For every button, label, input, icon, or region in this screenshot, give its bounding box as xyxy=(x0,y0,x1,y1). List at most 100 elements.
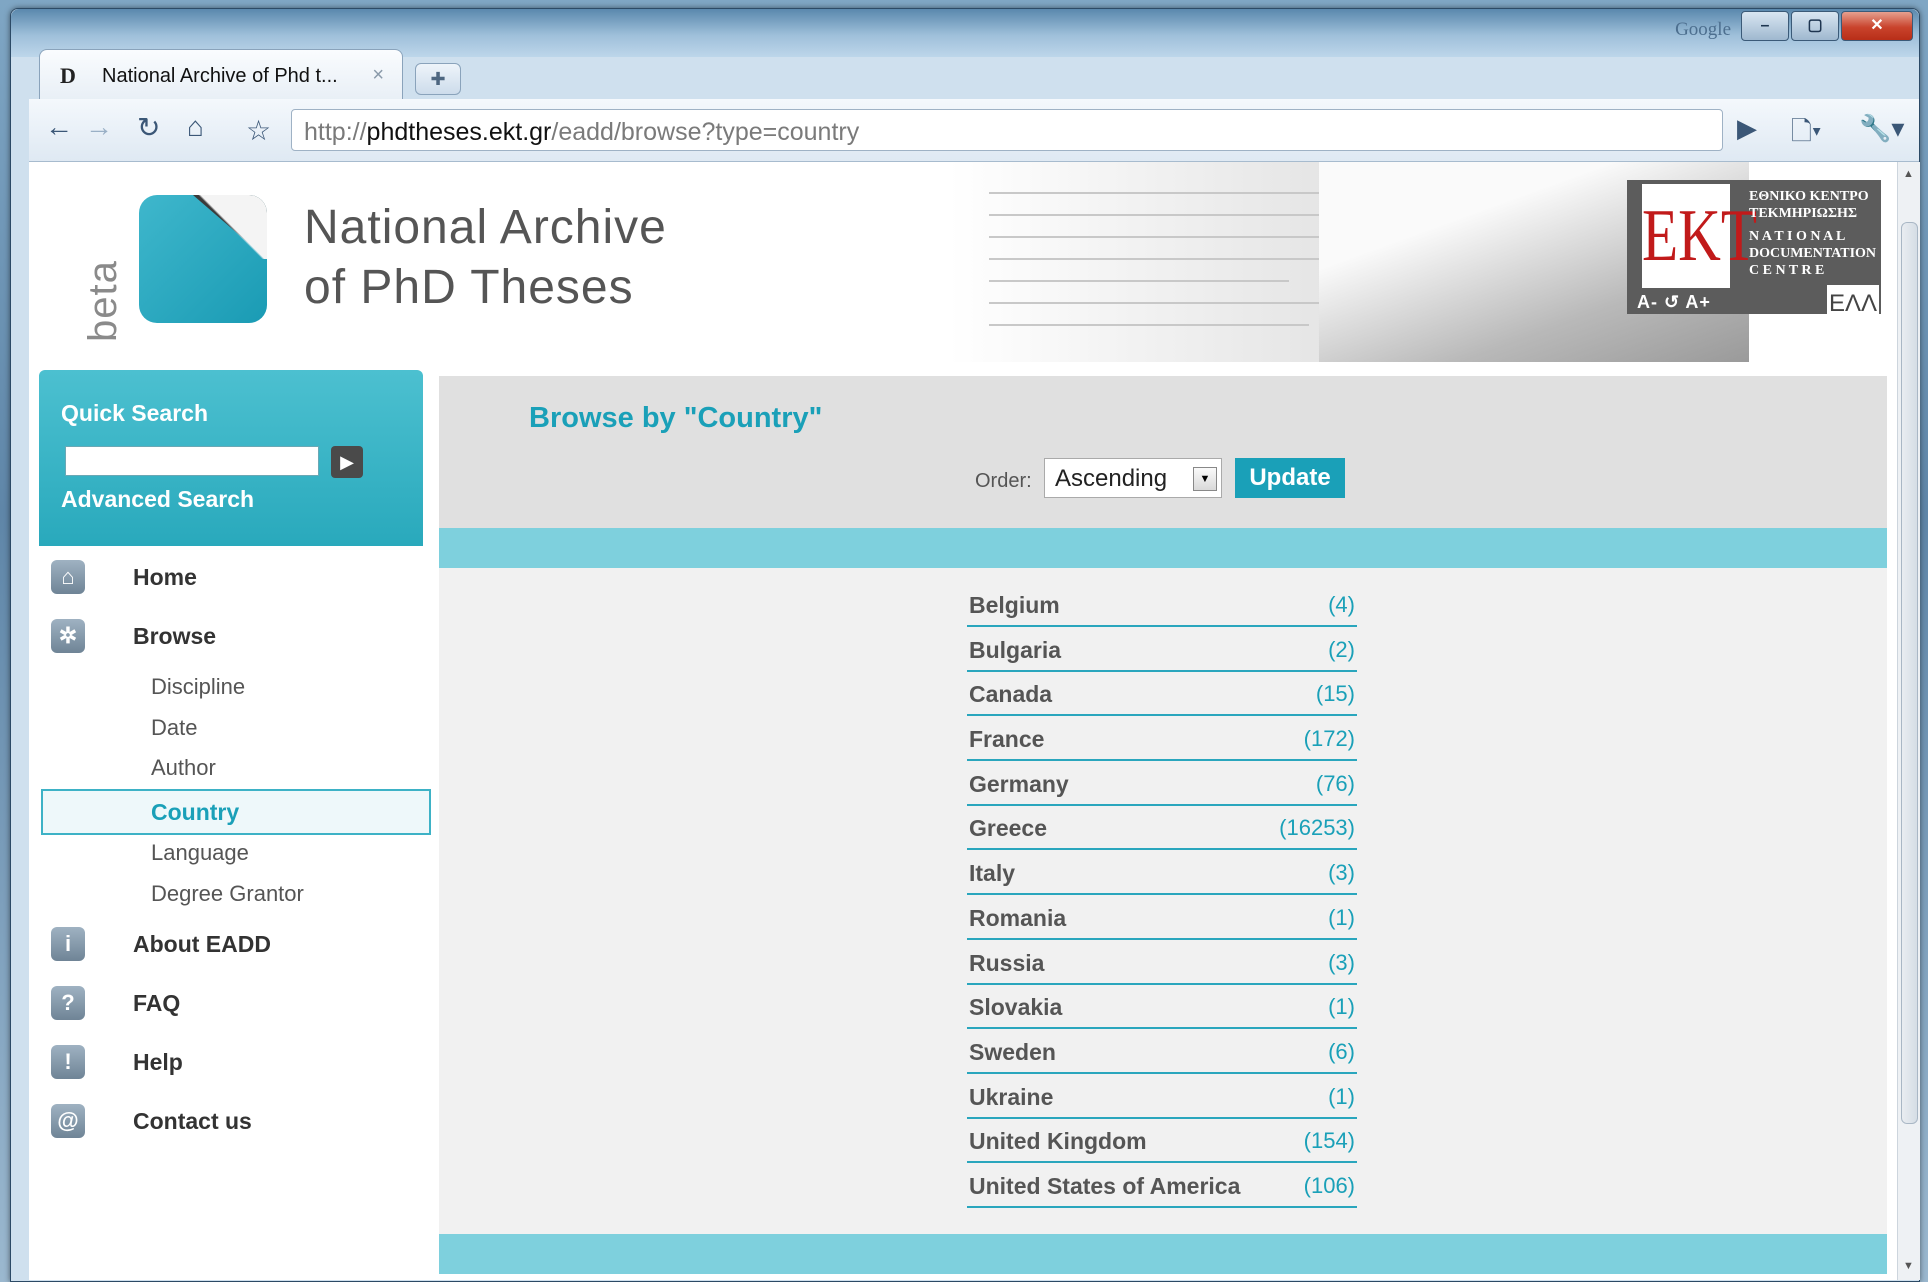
country-list: Belgium (4) Bulgaria (2) Canada (15) France… xyxy=(967,584,1357,1210)
tab-title: National Archive of Phd t... xyxy=(102,65,338,87)
info-icon: i xyxy=(51,927,85,961)
nav-item-browse[interactable]: ✲ Browse xyxy=(29,611,429,661)
list-item[interactable]: Bulgaria (2) xyxy=(967,629,1357,672)
site-title-line1: National Archive xyxy=(304,201,667,254)
ekt-text: ΕΘΝΙΚΟ ΚΕΝΤΡΟ ΤΕΚΜΗΡΙΩΣΗΣ N A T I O N A … xyxy=(1749,188,1877,279)
close-window-button[interactable]: ✕ xyxy=(1841,11,1913,41)
maximize-button[interactable]: ▢ xyxy=(1791,11,1839,41)
order-select[interactable]: Ascending ▼ xyxy=(1044,458,1222,498)
ekt-logo[interactable]: EKT xyxy=(1642,184,1757,288)
bookmark-star-icon[interactable]: ☆ xyxy=(246,114,271,147)
beta-text: beta xyxy=(81,260,125,342)
sub-item-country-label: Country xyxy=(151,799,240,825)
minimize-button[interactable]: – xyxy=(1741,11,1789,41)
nav-label-about: About EADD xyxy=(133,931,271,957)
country-name: Romania xyxy=(969,904,1067,931)
sub-item-discipline[interactable]: Discipline xyxy=(151,674,245,700)
nav-item-about[interactable]: i About EADD xyxy=(29,919,429,969)
nav-label-contact: Contact us xyxy=(133,1108,252,1134)
page-title: Browse by "Country" xyxy=(529,402,823,434)
font-size-tools[interactable]: A- ↺ A+ xyxy=(1637,292,1711,313)
scrollbar-thumb[interactable] xyxy=(1901,222,1918,1124)
nav-item-help[interactable]: ! Help xyxy=(29,1037,429,1087)
list-item[interactable]: Belgium (4) xyxy=(967,584,1357,627)
reload-icon[interactable]: ↻ xyxy=(137,111,160,144)
country-count: (1) xyxy=(1328,994,1355,1020)
browser-window: Google – ▢ ✕ D National Archive of Phd t… xyxy=(10,8,1920,1282)
country-name: Russia xyxy=(969,949,1045,976)
country-count: (4) xyxy=(1328,592,1355,617)
vertical-scrollbar[interactable]: ▲ ▼ xyxy=(1897,162,1920,1280)
country-count: (3) xyxy=(1328,860,1355,886)
list-item[interactable]: United Kingdom (154) xyxy=(967,1120,1357,1164)
country-name: Germany xyxy=(969,770,1069,797)
tab-close-icon[interactable]: × xyxy=(372,64,384,87)
site-title[interactable]: National Archive of PhD Theses xyxy=(304,198,667,318)
country-count: (3) xyxy=(1328,949,1355,975)
country-count: (172) xyxy=(1303,726,1355,752)
list-item[interactable]: Greece (16253) xyxy=(967,807,1357,851)
quick-search-go-icon[interactable]: ▶ xyxy=(331,446,363,478)
page-menu-icon[interactable]: 🗋▾ xyxy=(1791,113,1822,157)
list-item[interactable]: Ukraine (1) xyxy=(967,1076,1357,1119)
logo-fold-highlight xyxy=(193,195,267,259)
country-count: (15) xyxy=(1315,681,1355,707)
order-select-value: Ascending xyxy=(1055,465,1168,492)
wrench-menu-icon[interactable]: 🔧▾ xyxy=(1859,113,1904,144)
chevron-down-icon[interactable]: ▼ xyxy=(1193,467,1217,491)
nav-item-contact[interactable]: @ Contact us xyxy=(29,1096,429,1146)
country-count: (76) xyxy=(1315,770,1355,796)
top-band xyxy=(439,528,1887,568)
go-icon[interactable]: ▶ xyxy=(1737,113,1757,144)
update-button[interactable]: Update xyxy=(1235,458,1345,498)
ekt-en-line1: N A T I O N A L xyxy=(1749,229,1846,244)
back-icon[interactable]: ← xyxy=(45,111,73,143)
country-name: Belgium xyxy=(969,592,1060,618)
country-list-area: Belgium (4) Bulgaria (2) Canada (15) France… xyxy=(439,568,1887,1234)
page-viewport: beta National Archive of PhD Theses EKT … xyxy=(29,162,1897,1280)
nav-label-faq: FAQ xyxy=(133,990,181,1016)
quick-search-input[interactable] xyxy=(65,446,319,476)
sub-item-author[interactable]: Author xyxy=(151,755,216,781)
sub-item-degree-grantor[interactable]: Degree Grantor xyxy=(151,881,304,907)
sub-item-country[interactable]: Country xyxy=(41,789,431,835)
nav-item-home[interactable]: ⌂ Home xyxy=(29,552,429,602)
language-switch[interactable]: ΕΛΛ xyxy=(1827,285,1879,323)
list-item[interactable]: Germany (76) xyxy=(967,763,1357,806)
site-title-line2: of PhD Theses xyxy=(304,261,634,314)
list-item[interactable]: Canada (15) xyxy=(967,673,1357,717)
nav-label-help: Help xyxy=(133,1049,183,1075)
sub-item-language[interactable]: Language xyxy=(151,840,249,866)
list-item[interactable]: France (172) xyxy=(967,718,1357,762)
nav-label-browse: Browse xyxy=(133,623,217,649)
new-tab-button[interactable]: ✚ xyxy=(415,63,461,95)
browser-tab[interactable]: D National Archive of Phd t... × xyxy=(39,49,403,100)
ekt-branding: EKT ΕΘΝΙΚΟ ΚΕΝΤΡΟ ΤΕΚΜΗΡΙΩΣΗΣ N A T I O … xyxy=(1627,180,1881,323)
advanced-search-link[interactable]: Advanced Search xyxy=(61,486,254,513)
sub-item-date[interactable]: Date xyxy=(151,715,197,741)
scroll-down-icon[interactable]: ▼ xyxy=(1903,1260,1914,1272)
country-name: United States of America xyxy=(969,1172,1241,1199)
search-engine-label: Google xyxy=(1675,19,1731,40)
country-count: (1) xyxy=(1328,1083,1355,1109)
list-item[interactable]: Sweden (6) xyxy=(967,1031,1357,1074)
site-logo[interactable] xyxy=(139,195,267,323)
forward-icon[interactable]: → xyxy=(85,111,113,143)
browse-controls: Browse by "Country" Order: Ascending ▼ U… xyxy=(439,376,1887,528)
list-item[interactable]: Russia (3) xyxy=(967,942,1357,985)
quick-search-panel: Quick Search ▶ Advanced Search xyxy=(39,370,423,546)
country-count: (106) xyxy=(1303,1172,1355,1198)
beta-label: beta xyxy=(81,162,126,342)
nav-label-home: Home xyxy=(133,564,197,590)
nav-item-faq[interactable]: ? FAQ xyxy=(29,978,429,1028)
question-icon: ? xyxy=(51,986,85,1020)
list-item[interactable]: Romania (1) xyxy=(967,897,1357,940)
country-name: Greece xyxy=(969,815,1048,842)
url-path: /eadd/browse?type=country xyxy=(551,118,860,146)
scroll-up-icon[interactable]: ▲ xyxy=(1903,168,1914,180)
list-item[interactable]: United States of America (106) xyxy=(967,1165,1357,1208)
list-item[interactable]: Slovakia (1) xyxy=(967,986,1357,1030)
list-item[interactable]: Italy (3) xyxy=(967,852,1357,896)
address-bar[interactable]: ☆ http://phdtheses.ekt.gr/eadd/browse?ty… xyxy=(246,109,1723,151)
home-browser-icon[interactable]: ⌂ xyxy=(187,111,204,143)
